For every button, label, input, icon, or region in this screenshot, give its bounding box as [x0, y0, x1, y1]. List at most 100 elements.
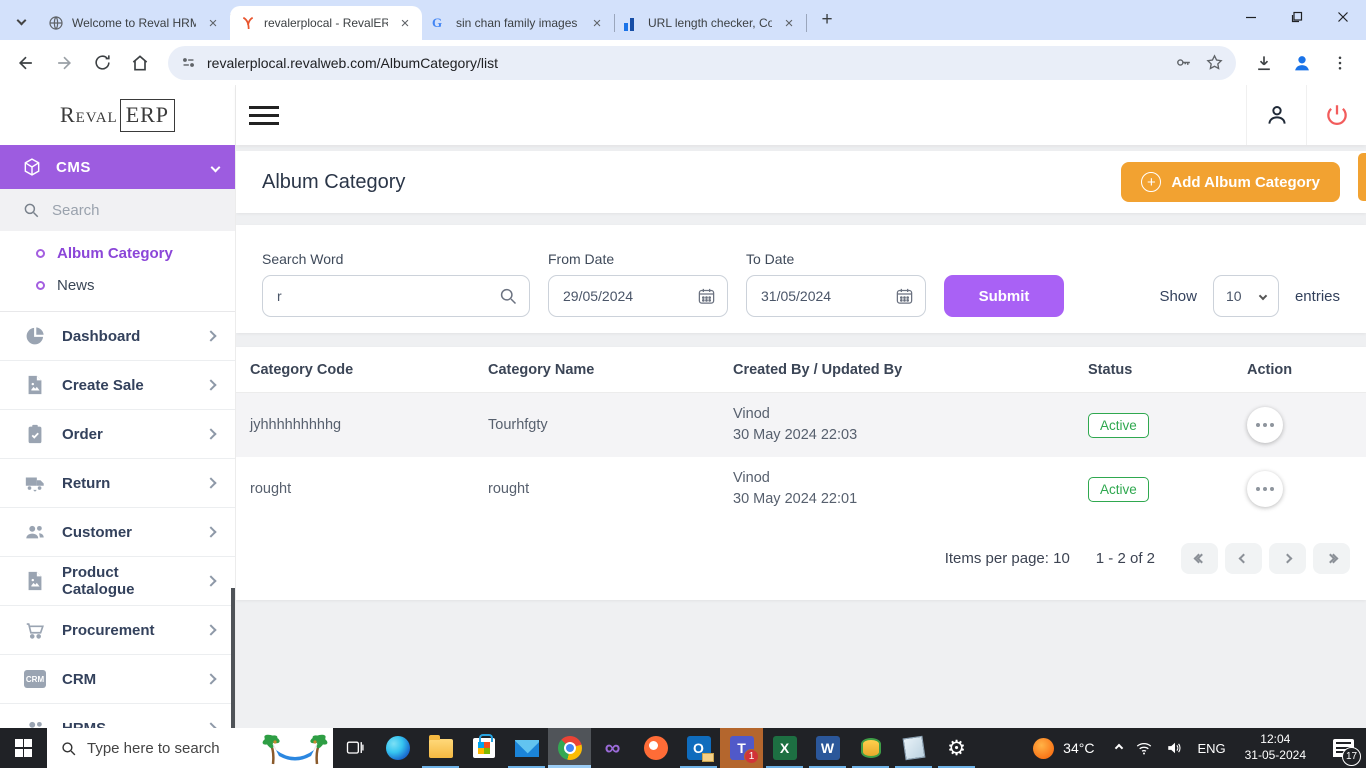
site-info-icon[interactable] [180, 54, 197, 71]
image-file-icon [24, 570, 46, 592]
sidebar-item-procurement[interactable]: Procurement [0, 606, 235, 655]
tab-revalerp-active[interactable]: revalerplocal - RevalERP - Albu [230, 6, 422, 40]
table-row: jyhhhhhhhhhg Tourhfgty Vinod 30 May 2024… [236, 393, 1366, 457]
database-tools-icon[interactable] [849, 728, 892, 768]
calendar-icon[interactable] [697, 287, 716, 306]
cell-category-code: rought [250, 481, 292, 497]
close-window-button[interactable] [1320, 0, 1366, 34]
close-icon[interactable] [588, 14, 606, 32]
close-icon[interactable] [204, 14, 222, 32]
close-icon[interactable] [396, 14, 414, 32]
downloads-icon[interactable] [1248, 47, 1280, 79]
table-card: Category Code Category Name Created By /… [236, 347, 1366, 600]
minimize-button[interactable] [1228, 0, 1274, 34]
speaker-icon[interactable] [1166, 740, 1184, 756]
url-text[interactable]: revalerplocal.revalweb.com/AlbumCategory… [207, 55, 1164, 71]
sidebar-item-hrms[interactable]: HRMS [0, 704, 235, 728]
row-actions-button[interactable] [1247, 407, 1283, 443]
chevron-down-icon [16, 15, 26, 25]
word-icon[interactable] [806, 728, 849, 768]
sidebar-item-create-sale[interactable]: Create Sale [0, 361, 235, 410]
back-button[interactable] [10, 47, 42, 79]
tab-reval-hrms[interactable]: Welcome to Reval HRMS [38, 6, 231, 40]
sidebar-item-return[interactable]: Return [0, 459, 235, 508]
logout-power-icon[interactable] [1306, 85, 1366, 145]
sidebar-item-order[interactable]: Order [0, 410, 235, 459]
sidebar-item-customer[interactable]: Customer [0, 508, 235, 557]
user-profile-icon[interactable] [1246, 85, 1306, 145]
sidebar-item-news[interactable]: News [0, 269, 235, 301]
weather-widget[interactable]: 34°C [1019, 728, 1108, 768]
sidebar-search[interactable] [0, 189, 235, 231]
profile-avatar[interactable] [1286, 47, 1318, 79]
taskbar-search[interactable]: Type here to search [47, 728, 333, 768]
chrome-icon[interactable] [548, 728, 591, 768]
taskbar-clock[interactable]: 12:04 31-05-2024 [1239, 732, 1312, 763]
close-icon[interactable] [780, 14, 798, 32]
hamburger-menu-icon[interactable] [236, 85, 292, 145]
last-page-button[interactable] [1313, 543, 1350, 574]
forward-button[interactable] [48, 47, 80, 79]
submit-button[interactable]: Submit [944, 275, 1064, 317]
windows-logo-icon [14, 739, 33, 757]
wifi-icon[interactable] [1135, 740, 1153, 756]
search-icon[interactable] [498, 286, 518, 306]
tab-url-checker[interactable]: URL length checker, Count Cha [614, 6, 807, 40]
edge-taskbar-icon[interactable] [376, 728, 419, 768]
teams-icon[interactable]: 1 [720, 728, 763, 768]
excel-icon[interactable] [763, 728, 806, 768]
search-icon [60, 740, 77, 757]
tab-search-button[interactable] [8, 7, 34, 33]
edge-floating-button[interactable] [1358, 153, 1366, 201]
sidebar-item-cms[interactable]: CMS [0, 145, 235, 189]
status-badge: Active [1088, 476, 1149, 502]
add-album-category-button[interactable]: Add Album Category [1121, 162, 1340, 202]
cell-created-at: 30 May 2024 22:03 [733, 427, 858, 443]
reload-button[interactable] [86, 47, 118, 79]
next-page-button[interactable] [1269, 543, 1306, 574]
mail-icon[interactable] [505, 728, 548, 768]
notification-center-button[interactable]: 17 [1320, 728, 1366, 768]
search-word-input[interactable] [262, 275, 530, 317]
outlook-icon[interactable] [677, 728, 720, 768]
microsoft-store-icon[interactable] [462, 728, 505, 768]
home-button[interactable] [124, 47, 156, 79]
calendar-icon[interactable] [895, 287, 914, 306]
postman-icon[interactable] [634, 728, 677, 768]
previous-page-button[interactable] [1225, 543, 1262, 574]
maximize-button[interactable] [1274, 0, 1320, 34]
password-key-icon[interactable] [1174, 53, 1193, 72]
row-actions-button[interactable] [1247, 471, 1283, 507]
weather-temp: 34°C [1063, 740, 1095, 756]
tab-google-images[interactable]: G sin chan family images - Googl [422, 6, 615, 40]
sidebar-search-input[interactable] [52, 201, 192, 219]
sidebar-item-crm[interactable]: CRM [0, 655, 235, 704]
cell-created-at: 30 May 2024 22:01 [733, 491, 858, 507]
pie-chart-icon [24, 325, 46, 347]
sidebar-item-album-category[interactable]: Album Category [0, 237, 235, 269]
language-indicator[interactable]: ENG [1197, 741, 1225, 756]
visual-studio-icon[interactable] [591, 728, 634, 768]
sidebar-scrollbar[interactable] [231, 588, 235, 728]
search-highlight-image[interactable] [259, 730, 331, 766]
settings-gear-icon[interactable] [935, 728, 978, 768]
tray-chevron-up-icon[interactable] [1115, 743, 1124, 753]
revalerp-logo: Reval ERP [0, 85, 235, 145]
new-tab-button[interactable] [814, 7, 840, 33]
file-explorer-icon[interactable] [419, 728, 462, 768]
notepad-icon[interactable] [892, 728, 935, 768]
task-view-button[interactable] [333, 728, 376, 768]
start-button[interactable] [0, 728, 47, 768]
items-per-page-label: Items per page: 10 [944, 550, 1070, 567]
first-page-button[interactable] [1181, 543, 1218, 574]
pagination-range: 1 - 2 of 2 [1095, 550, 1155, 567]
chevron-right-icon [205, 673, 217, 685]
sidebar-item-dashboard[interactable]: Dashboard [0, 312, 235, 361]
crm-badge-icon [24, 668, 46, 690]
page-size-select[interactable]: 10 [1212, 275, 1279, 317]
sidebar-item-product-catalogue[interactable]: Product Catalogue [0, 557, 235, 606]
address-bar[interactable]: revalerplocal.revalweb.com/AlbumCategory… [168, 45, 1236, 80]
browser-menu-icon[interactable] [1324, 47, 1356, 79]
bookmark-star-icon[interactable] [1205, 53, 1224, 72]
taskbar-search-placeholder: Type here to search [87, 739, 220, 757]
